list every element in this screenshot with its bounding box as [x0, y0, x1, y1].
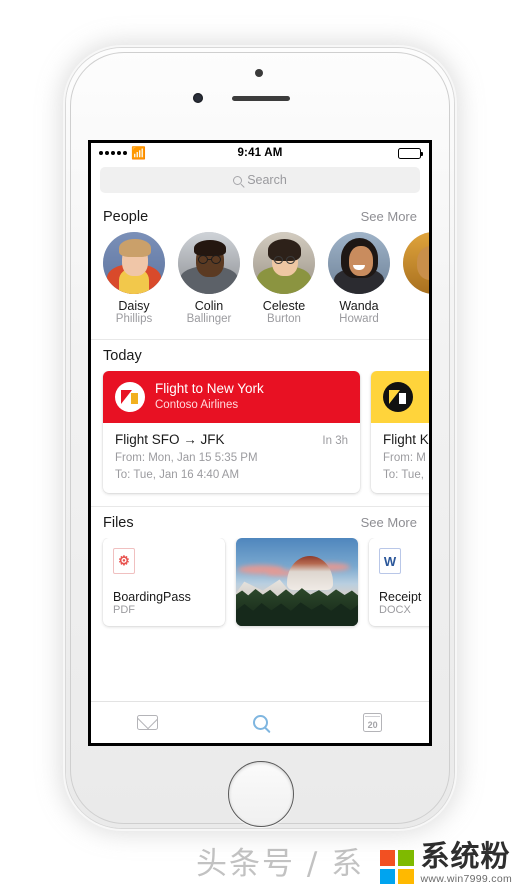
people-see-more-link[interactable]: See More	[361, 209, 417, 224]
watermark-brand: 系统粉 www.win7999.com	[379, 838, 512, 885]
calendar-icon: 20	[363, 713, 383, 732]
people-section-header: People See More	[91, 201, 429, 232]
card-title: Flight to New York	[155, 381, 264, 397]
avatar-daisy[interactable]	[103, 232, 165, 294]
earpiece-speaker	[232, 96, 290, 101]
flight-eta: In 3h	[322, 435, 348, 448]
pdf-icon: ⚙	[113, 548, 135, 575]
list-item[interactable]: Celeste Burton	[253, 232, 315, 327]
status-left-group: 📶	[99, 147, 185, 159]
airline-logo-dark	[383, 382, 413, 413]
tab-bar: 20	[91, 701, 429, 743]
mail-icon	[136, 715, 158, 730]
cellular-signal-icon	[99, 151, 127, 155]
list-item[interactable]: Colin Ballinger	[178, 232, 240, 327]
flight-route: Flight K	[383, 432, 429, 448]
flight-from: From: Mon, Jan 15 5:35 PM	[115, 452, 258, 465]
card-route-row: Flight K	[383, 432, 429, 447]
file-name: Receipt	[379, 590, 422, 605]
avatar-celeste[interactable]	[253, 232, 315, 294]
wifi-icon: 📶	[131, 146, 146, 160]
files-section-title: Files	[103, 515, 134, 532]
search-icon	[252, 715, 268, 730]
people-list[interactable]: Daisy Phillips Colin Ballinger Celeste B…	[91, 232, 429, 339]
search-bar-container: Search	[91, 163, 429, 201]
people-section-title: People	[103, 209, 149, 225]
airline-logo-contoso	[115, 382, 145, 413]
person-first-name: Colin	[194, 299, 224, 313]
person-last-name: Ballinger	[186, 313, 232, 326]
status-right-group	[335, 147, 423, 159]
brand-url: www.win7999.com	[420, 872, 512, 885]
person-last-name: Phillips	[115, 313, 153, 326]
card-banner-text: Flight to New York Contoso Airlines	[155, 381, 264, 413]
status-time: 9:41 AM	[237, 147, 283, 159]
file-card-receipt[interactable]: W Receipt DOCX	[369, 538, 429, 627]
search-icon	[233, 175, 243, 185]
today-section-header: Today	[91, 340, 429, 371]
brand-text-group: 系统粉 www.win7999.com	[420, 838, 512, 885]
photo-thumbnail[interactable]	[236, 538, 358, 627]
flight-route: Flight SFO → JFK	[115, 432, 225, 448]
card-banner: Flight to New York Contoso Airlines	[103, 371, 360, 424]
today-card-flight-new-york[interactable]: Flight to New York Contoso Airlines Flig…	[103, 371, 360, 494]
list-item[interactable]: Wanda Howard	[328, 232, 390, 327]
avatar-wanda[interactable]	[328, 232, 390, 294]
person-last-name: Burton	[267, 313, 301, 326]
tab-calendar[interactable]: 20	[316, 713, 429, 732]
flight-to: To: Tue, Jan 16 4:40 AM	[115, 469, 240, 482]
person-first-name: Daisy	[118, 299, 150, 313]
flight-from: From: M	[383, 452, 426, 465]
battery-full-icon	[398, 147, 423, 159]
proximity-sensor	[255, 69, 263, 77]
files-see-more-link[interactable]: See More	[361, 515, 417, 530]
scroll-content: People See More Daisy Phillips Colin Bal…	[91, 201, 429, 701]
person-first-name: Wanda	[339, 299, 379, 313]
front-camera-icon	[193, 93, 203, 103]
brand-name: 系统粉	[420, 838, 511, 873]
microsoft-logo	[379, 850, 414, 884]
tab-mail[interactable]	[91, 715, 204, 730]
avatar-colin[interactable]	[178, 232, 240, 294]
today-section-title: Today	[103, 348, 142, 365]
card-subtitle: Contoso Airlines	[155, 399, 239, 412]
watermark-text: 头条号 / 系	[196, 846, 365, 882]
screen-bezel: 📶 9:41 AM Search People See More Daisy P…	[88, 140, 432, 746]
card-route-row: Flight SFO → JFK In 3h	[115, 432, 348, 447]
search-placeholder: Search	[247, 173, 287, 187]
phone-screen: 📶 9:41 AM Search People See More Daisy P…	[91, 143, 429, 743]
home-button[interactable]	[228, 761, 294, 827]
files-section-header: Files See More	[91, 507, 429, 538]
today-card-flight-secondary[interactable]: Flight K From: M To: Tue,	[371, 371, 429, 494]
card-banner	[371, 371, 429, 424]
person-first-name: Celeste	[262, 299, 306, 313]
list-item[interactable]	[403, 232, 429, 327]
card-body: Flight SFO → JFK In 3h From: Mon, Jan 15…	[103, 423, 360, 493]
file-type: PDF	[113, 604, 135, 617]
file-name: BoardingPass	[113, 590, 191, 605]
flight-to: To: Tue,	[383, 469, 424, 482]
search-input[interactable]: Search	[100, 167, 420, 193]
card-body: Flight K From: M To: Tue,	[371, 423, 429, 493]
files-list[interactable]: ⚙ BoardingPass PDF W Receipt DOCX	[91, 538, 429, 636]
word-icon: W	[379, 548, 401, 575]
tab-search[interactable]	[204, 715, 317, 730]
status-bar: 📶 9:41 AM	[91, 143, 429, 163]
file-type: DOCX	[379, 604, 411, 617]
list-item[interactable]: Daisy Phillips	[103, 232, 165, 327]
today-list[interactable]: Flight to New York Contoso Airlines Flig…	[91, 371, 429, 506]
file-card-boardingpass[interactable]: ⚙ BoardingPass PDF	[103, 538, 225, 627]
avatar-partial[interactable]	[403, 232, 429, 294]
person-last-name: Howard	[339, 313, 379, 326]
